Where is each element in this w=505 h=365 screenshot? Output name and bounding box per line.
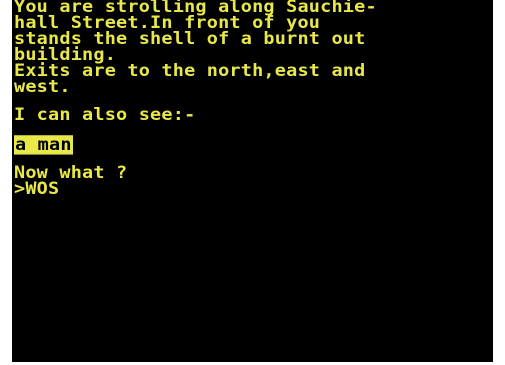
command-input[interactable]: WOS [25,179,59,198]
object-a-man: a man [14,135,73,155]
game-screen: You are strolling along Sauchie- hall St… [12,0,493,362]
see-heading: I can also see:- [14,105,196,125]
object-list-item: a man [14,135,73,155]
command-line[interactable]: >WOS [14,179,59,199]
description-line-6: west. [14,77,71,97]
prompt-arrow-icon: > [14,179,26,199]
